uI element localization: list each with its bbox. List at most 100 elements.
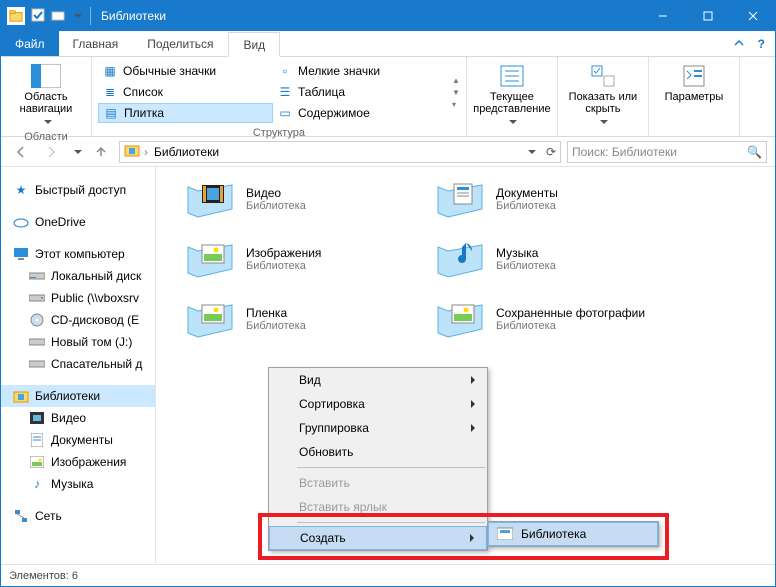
nav-forward-button[interactable] <box>39 140 63 164</box>
refresh-icon[interactable]: ⟳ <box>546 145 556 159</box>
library-images-icon <box>186 239 234 279</box>
library-subtitle: Библиотека <box>246 200 306 212</box>
tree-drive-2[interactable]: CD-дисковод (E <box>1 309 155 331</box>
tree-drive-4[interactable]: Спасательный д <box>1 353 155 375</box>
ctx-new-library[interactable]: Библиотека <box>488 522 658 546</box>
tree-lib-documents[interactable]: Документы <box>1 429 155 451</box>
layout-scroll-up-icon[interactable]: ▲ <box>452 76 460 85</box>
image-icon <box>29 454 45 470</box>
addr-sep-icon[interactable]: › <box>144 145 148 159</box>
address-libraries-icon <box>124 142 140 161</box>
submenu-arrow-icon <box>471 421 479 435</box>
layout-tiles[interactable]: ▤Плитка <box>98 103 273 123</box>
qat-dropdown-icon[interactable] <box>71 9 82 23</box>
nav-pane-label: Область навигации <box>7 91 85 115</box>
library-name: Музыка <box>496 246 556 260</box>
tab-home[interactable]: Главная <box>59 31 134 56</box>
context-submenu-new: Библиотека <box>487 521 659 547</box>
ribbon-collapse-icon[interactable] <box>734 37 744 51</box>
music-icon: ♪ <box>29 476 45 492</box>
library-item[interactable]: ВидеоБиблиотека <box>186 179 406 219</box>
layout-list[interactable]: ≣Список <box>98 82 273 102</box>
layout-expand-icon[interactable]: ▾ <box>452 100 460 109</box>
current-view-button[interactable]: Текущее представление <box>473 59 551 129</box>
tree-this-pc[interactable]: Этот компьютер <box>1 243 155 265</box>
library-subtitle: Библиотека <box>246 320 306 332</box>
breadcrumb-libraries[interactable]: Библиотеки <box>152 145 221 159</box>
video-icon <box>29 410 45 426</box>
close-button[interactable] <box>730 1 775 31</box>
ctx-sort[interactable]: Сортировка <box>269 392 487 416</box>
tab-file[interactable]: Файл <box>1 31 59 56</box>
library-name: Сохраненные фотографии <box>496 306 645 320</box>
netdrive-icon <box>29 290 45 306</box>
ribbon: Область навигации Области ▦Обычные значк… <box>1 57 775 137</box>
layout-scroll-down-icon[interactable]: ▼ <box>452 88 460 97</box>
star-icon: ★ <box>13 182 29 198</box>
minimize-button[interactable] <box>640 1 685 31</box>
library-icon <box>497 526 513 542</box>
ctx-new[interactable]: Создать <box>269 526 487 550</box>
library-video-icon <box>186 179 234 219</box>
qat-checkbox-icon[interactable] <box>31 8 45 25</box>
status-element-count: Элементов: 6 <box>9 570 78 582</box>
layout-content[interactable]: ▭Содержимое <box>273 103 448 123</box>
ctx-group[interactable]: Группировка <box>269 416 487 440</box>
library-item[interactable]: ДокументыБиблиотека <box>436 179 656 219</box>
library-images-icon <box>186 299 234 339</box>
tree-lib-music[interactable]: ♪Музыка <box>1 473 155 495</box>
layout-large-icons[interactable]: ▦Обычные значки <box>98 61 273 81</box>
nav-back-button[interactable] <box>9 140 33 164</box>
tree-network[interactable]: Сеть <box>1 505 155 527</box>
tree-libraries[interactable]: Библиотеки <box>1 385 155 407</box>
tab-share[interactable]: Поделиться <box>133 31 228 56</box>
tree-lib-video[interactable]: Видео <box>1 407 155 429</box>
drive-icon <box>29 268 45 284</box>
window-title: Библиотеки <box>101 9 640 23</box>
nav-recent-dropdown[interactable] <box>69 140 83 164</box>
nav-up-button[interactable] <box>89 140 113 164</box>
tree-onedrive[interactable]: OneDrive <box>1 211 155 233</box>
library-item[interactable]: Сохраненные фотографииБиблиотека <box>436 299 656 339</box>
library-subtitle: Библиотека <box>246 260 321 272</box>
current-view-label: Текущее представление <box>473 91 551 115</box>
tree-lib-images[interactable]: Изображения <box>1 451 155 473</box>
layout-details[interactable]: ☰Таблица <box>273 82 448 102</box>
ctx-paste: Вставить <box>269 471 487 495</box>
show-hide-label: Показать или скрыть <box>564 91 642 115</box>
current-view-dropdown-icon[interactable] <box>506 117 517 129</box>
ribbon-group-showhide: Показать или скрыть <box>558 57 649 136</box>
tree-drive-3[interactable]: Новый том (J:) <box>1 331 155 353</box>
nav-pane-dropdown-icon[interactable] <box>41 117 52 129</box>
submenu-arrow-icon <box>471 373 479 387</box>
maximize-button[interactable] <box>685 1 730 31</box>
tree-drive-1[interactable]: Public (\\vboxsrv <box>1 287 155 309</box>
network-icon <box>13 508 29 524</box>
options-label: Параметры <box>665 91 724 103</box>
statusbar: Элементов: 6 <box>1 564 775 586</box>
options-button[interactable]: Параметры <box>655 59 733 120</box>
library-images-icon <box>436 299 484 339</box>
address-dropdown-icon[interactable] <box>525 145 536 159</box>
show-hide-dropdown-icon[interactable] <box>597 117 608 129</box>
drive-icon <box>29 334 45 350</box>
search-input[interactable]: Поиск: Библиотеки 🔍 <box>567 141 767 163</box>
nav-pane-button[interactable]: Область навигации <box>7 59 85 129</box>
address-bar[interactable]: › Библиотеки ⟳ <box>119 141 561 163</box>
layout-small-icons[interactable]: ▫Мелкие значки <box>273 61 448 81</box>
tab-view[interactable]: Вид <box>228 32 280 57</box>
library-item[interactable]: ПленкаБиблиотека <box>186 299 406 339</box>
ribbon-group-structure: ▦Обычные значки ≣Список ▤Плитка ▫Мелкие … <box>92 57 467 136</box>
library-music-icon <box>436 239 484 279</box>
ctx-view[interactable]: Вид <box>269 368 487 392</box>
submenu-arrow-icon <box>471 397 479 411</box>
qat-new-folder-icon[interactable] <box>51 8 65 25</box>
tree-drive-0[interactable]: Локальный диск <box>1 265 155 287</box>
library-item[interactable]: ИзображенияБиблиотека <box>186 239 406 279</box>
library-item[interactable]: МузыкаБиблиотека <box>436 239 656 279</box>
help-icon[interactable]: ? <box>758 37 765 51</box>
show-hide-button[interactable]: Показать или скрыть <box>564 59 642 129</box>
ctx-refresh[interactable]: Обновить <box>269 440 487 464</box>
tree-quick-access[interactable]: ★Быстрый доступ <box>1 179 155 201</box>
ribbon-group-currentview-vis: Текущее представление <box>467 57 558 136</box>
